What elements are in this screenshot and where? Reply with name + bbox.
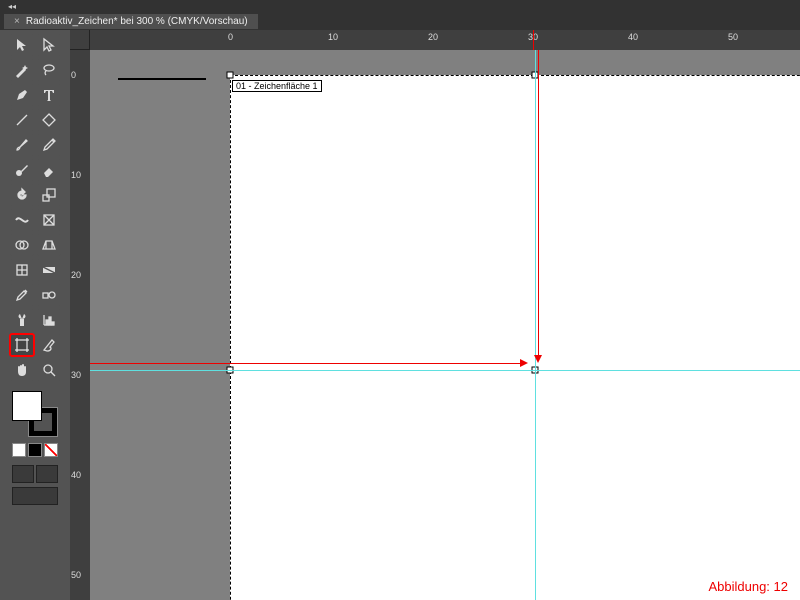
free-transform-tool-icon[interactable]	[37, 209, 61, 231]
color-mode-icon[interactable]	[12, 443, 26, 457]
artwork-stroke	[118, 78, 206, 80]
graph-tool-icon[interactable]	[37, 309, 61, 331]
panel-header: ◂◂	[0, 0, 800, 12]
line-tool-icon[interactable]	[10, 109, 34, 131]
gradient-tool-icon[interactable]	[37, 259, 61, 281]
scale-tool-icon[interactable]	[37, 184, 61, 206]
ruler-tick: 20	[428, 32, 438, 42]
ruler-tick: 10	[328, 32, 338, 42]
rectangle-tool-icon[interactable]	[37, 109, 61, 131]
app-window: ◂◂ × Radioaktiv_Zeichen* bei 300 % (CMYK…	[0, 0, 800, 600]
mesh-tool-icon[interactable]	[10, 259, 34, 281]
extra-mode-row	[12, 487, 58, 505]
gradient-mode-icon[interactable]	[28, 443, 42, 457]
artboard-label[interactable]: 01 - Zeichenfläche 1	[232, 80, 322, 92]
symbol-sprayer-tool-icon[interactable]	[10, 309, 34, 331]
ruler-tick: 50	[728, 32, 738, 42]
resize-handle[interactable]	[227, 72, 234, 79]
document-tabs: × Radioaktiv_Zeichen* bei 300 % (CMYK/Vo…	[0, 12, 800, 30]
full-screen-icon[interactable]	[36, 465, 58, 483]
horizontal-guide[interactable]	[90, 370, 800, 371]
document-viewport[interactable]: 01 - Zeichenfläche 1 Abbildung: 12	[90, 50, 800, 600]
eraser-tool-icon[interactable]	[37, 159, 61, 181]
collapse-icon[interactable]: ◂◂	[8, 2, 16, 11]
zoom-tool-icon[interactable]	[37, 359, 61, 381]
fill-swatch[interactable]	[12, 391, 42, 421]
ruler-tick: 40	[628, 32, 638, 42]
ruler-origin[interactable]	[70, 30, 90, 50]
none-mode-icon[interactable]	[44, 443, 58, 457]
ruler-tick: 30	[71, 370, 81, 380]
pen-tool-icon[interactable]	[10, 84, 34, 106]
width-tool-icon[interactable]	[10, 209, 34, 231]
annotation-line	[538, 50, 539, 355]
pencil-tool-icon[interactable]	[37, 134, 61, 156]
ruler-marker	[533, 30, 534, 50]
screen-mode-row	[12, 465, 58, 483]
arrow-down-icon	[534, 355, 542, 363]
tools-panel	[0, 30, 70, 600]
vertical-ruler[interactable]: 0 10 20 30 40 50	[70, 50, 90, 600]
selection-tool-icon[interactable]	[10, 34, 34, 56]
document-tab[interactable]: × Radioaktiv_Zeichen* bei 300 % (CMYK/Vo…	[4, 14, 258, 29]
figure-caption: Abbildung: 12	[706, 579, 790, 594]
ruler-tick: 10	[71, 170, 81, 180]
ruler-tick: 20	[71, 270, 81, 280]
color-mode-row	[12, 443, 58, 457]
tab-title: Radioaktiv_Zeichen* bei 300 % (CMYK/Vors…	[26, 16, 248, 27]
ruler-tick: 50	[71, 570, 81, 580]
main-area: 0 10 20 30 40 50 60 0 10 20 30 40 50 01 …	[0, 30, 800, 600]
slice-tool-icon[interactable]	[37, 334, 61, 356]
normal-screen-icon[interactable]	[12, 465, 34, 483]
horizontal-ruler[interactable]: 0 10 20 30 40 50 60	[90, 30, 800, 50]
close-icon[interactable]: ×	[14, 16, 20, 27]
ruler-tick: 0	[228, 32, 233, 42]
direct-selection-tool-icon[interactable]	[37, 34, 61, 56]
perspective-tool-icon[interactable]	[37, 234, 61, 256]
magic-wand-tool-icon[interactable]	[10, 59, 34, 81]
type-tool-icon[interactable]	[37, 84, 61, 106]
brush-tool-icon[interactable]	[10, 134, 34, 156]
presentation-icon[interactable]	[12, 487, 58, 505]
rotate-tool-icon[interactable]	[10, 184, 34, 206]
blob-brush-tool-icon[interactable]	[10, 159, 34, 181]
vertical-guide[interactable]	[535, 50, 536, 600]
annotation-line	[90, 363, 520, 364]
artboard-tool-icon[interactable]	[10, 334, 34, 356]
blend-tool-icon[interactable]	[37, 284, 61, 306]
ruler-tick: 40	[71, 470, 81, 480]
shape-builder-tool-icon[interactable]	[10, 234, 34, 256]
ruler-tick: 0	[71, 70, 76, 80]
canvas-area: 0 10 20 30 40 50 60 0 10 20 30 40 50 01 …	[70, 30, 800, 600]
hand-tool-icon[interactable]	[10, 359, 34, 381]
lasso-tool-icon[interactable]	[37, 59, 61, 81]
eyedropper-tool-icon[interactable]	[10, 284, 34, 306]
arrow-right-icon	[520, 359, 528, 367]
artboard[interactable]	[230, 75, 800, 600]
fill-stroke-swatch[interactable]	[12, 391, 58, 437]
